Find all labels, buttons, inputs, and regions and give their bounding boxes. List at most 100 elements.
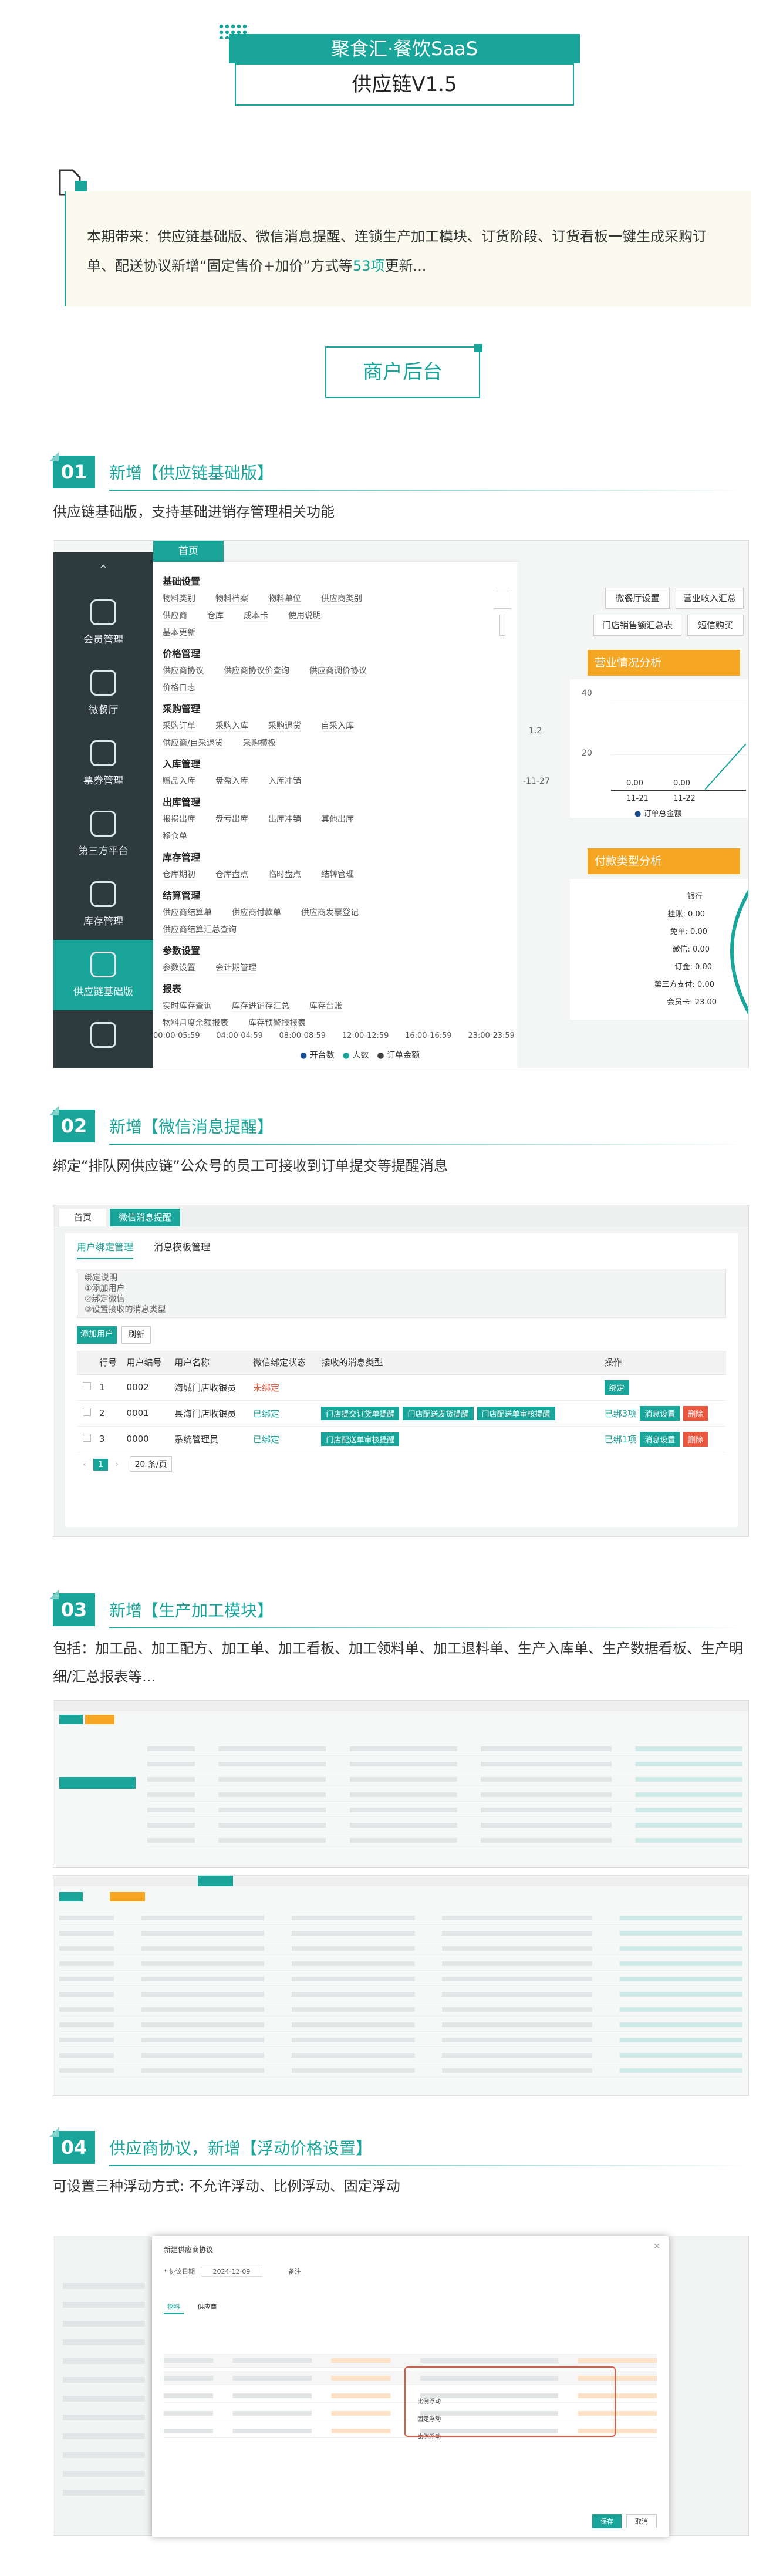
menu-item[interactable]: 供应商 bbox=[163, 609, 187, 622]
sidebar-item-wechat[interactable]: 微餐厅 bbox=[53, 658, 153, 729]
column-header: 行号 bbox=[93, 1351, 121, 1375]
inventory-icon bbox=[90, 881, 116, 907]
tab-wechat-notify[interactable]: 微信消息提醒 bbox=[110, 1209, 180, 1226]
menu-item[interactable]: 供应商协议 bbox=[163, 665, 204, 677]
menu-item[interactable]: 价格日志 bbox=[163, 682, 195, 694]
x-tick-label: 08:00-08:59 bbox=[279, 1031, 326, 1040]
menu-item[interactable]: 仓库 bbox=[207, 609, 224, 622]
sidebar-item-supply-chain[interactable]: 供应链基础版 bbox=[53, 940, 153, 1010]
merchant-corner-decoration bbox=[474, 344, 482, 352]
message-type-tag: 门店配送单审核提醒 bbox=[321, 1432, 400, 1446]
processing-screenshot-1 bbox=[53, 1700, 749, 1868]
menu-item[interactable]: 供应商发票登记 bbox=[301, 906, 359, 919]
menu-item[interactable]: 采购入库 bbox=[215, 720, 248, 732]
wechat-icon bbox=[90, 670, 116, 696]
menu-item[interactable]: 物料档案 bbox=[215, 592, 248, 605]
column-header: 接收的消息类型 bbox=[315, 1351, 599, 1375]
section-heading-01: 01 新增【供应链基础版】 bbox=[49, 452, 749, 491]
refresh-button[interactable]: 刷新 bbox=[122, 1326, 151, 1344]
dashboard-pill[interactable]: 短信购买 bbox=[687, 615, 744, 636]
menu-item[interactable]: 盘盈入库 bbox=[215, 775, 248, 787]
menu-item[interactable]: 实时库存查询 bbox=[163, 1000, 212, 1012]
sidebar-item-more[interactable] bbox=[53, 1010, 153, 1068]
menu-item[interactable]: 供应商类别 bbox=[321, 592, 362, 605]
menu-item[interactable]: 其他出库 bbox=[321, 813, 354, 825]
menu-item[interactable]: 供应商/自采退货 bbox=[163, 737, 223, 749]
row-action[interactable]: 消息设置 bbox=[640, 1431, 680, 1447]
bind-status: 已绑定 bbox=[247, 1400, 316, 1427]
menu-item[interactable]: 入库冲销 bbox=[268, 775, 301, 787]
sidebar-item-inventory[interactable]: 库存管理 bbox=[53, 869, 153, 940]
x-tick-label: 04:00-04:59 bbox=[216, 1031, 263, 1040]
section-desc-04: 可设置三种浮动方式: 不允许浮动、比例浮动、固定浮动 bbox=[53, 2178, 400, 2194]
table-row: 1 0002 海城门店收银员 未绑定 绑定 bbox=[77, 1374, 726, 1401]
ticket-icon bbox=[90, 740, 116, 766]
menu-item[interactable]: 使用说明 bbox=[288, 609, 321, 622]
row-action[interactable]: 已绑3项 bbox=[605, 1408, 637, 1419]
save-button[interactable]: 保存 bbox=[592, 2514, 622, 2528]
section-title: 新增【供应链基础版】 bbox=[109, 463, 274, 483]
tab-user-binding[interactable]: 用户绑定管理 bbox=[77, 1239, 134, 1259]
menu-item[interactable]: 供应商结算汇总查询 bbox=[163, 923, 237, 936]
cancel-button[interactable]: 取消 bbox=[626, 2514, 657, 2528]
dashboard-pill[interactable]: 门店销售额汇总表 bbox=[593, 615, 681, 636]
row-action[interactable]: 删除 bbox=[683, 1431, 708, 1447]
row-checkbox[interactable] bbox=[83, 1382, 91, 1390]
menu-item[interactable]: 自采入库 bbox=[321, 720, 354, 732]
tab-home[interactable]: 首页 bbox=[153, 541, 224, 562]
close-icon[interactable]: ✕ bbox=[653, 2242, 660, 2251]
menu-item[interactable]: 采购横板 bbox=[242, 737, 276, 749]
sidebar: ⌃ 会员管理 微餐厅 票券管理 第三方平台 库存管理 供应链基础版 bbox=[53, 552, 153, 1068]
menu-item[interactable]: 采购退货 bbox=[268, 720, 301, 732]
sidebar-item-member[interactable]: 会员管理 bbox=[53, 588, 153, 658]
menu-item[interactable]: 库存进销存汇总 bbox=[232, 1000, 289, 1012]
menu-item[interactable]: 库存预警报报表 bbox=[248, 1017, 306, 1029]
menu-item[interactable]: 采购订单 bbox=[163, 720, 195, 732]
section-title: 新增【生产加工模块】 bbox=[109, 1601, 274, 1620]
section-divider bbox=[109, 1144, 749, 1145]
dashboard-pill[interactable] bbox=[494, 588, 511, 609]
menu-item[interactable]: 参数设置 bbox=[163, 962, 195, 974]
menu-item[interactable]: 供应商调价协议 bbox=[309, 665, 367, 677]
menu-item[interactable]: 会计期管理 bbox=[215, 962, 256, 974]
menu-item[interactable]: 库存台账 bbox=[309, 1000, 342, 1012]
menu-item[interactable]: 供应商结算单 bbox=[163, 906, 212, 919]
menu-item[interactable]: 供应商协议价查询 bbox=[224, 665, 289, 677]
menu-item[interactable]: 物料单位 bbox=[268, 592, 301, 605]
menu-item[interactable]: 报损出库 bbox=[163, 813, 195, 825]
menu-item[interactable]: 临时盘点 bbox=[268, 868, 301, 881]
menu-item[interactable]: 赠品入库 bbox=[163, 775, 195, 787]
row-action[interactable]: 已绑1项 bbox=[605, 1434, 637, 1445]
row-action[interactable]: 绑定 bbox=[604, 1380, 629, 1395]
menu-item[interactable]: 物料类别 bbox=[163, 592, 195, 605]
supply-chain-screenshot: 首页 ⌃ 会员管理 微餐厅 票券管理 第三方平台 库存管理 供应链基础版 基础设… bbox=[53, 540, 749, 1068]
table-row bbox=[59, 2002, 743, 2017]
message-type-tag: 门店配送单审核提醒 bbox=[477, 1406, 555, 1420]
dashboard-pill[interactable]: 营业收入汇总 bbox=[676, 588, 744, 609]
section-title: 新增【微信消息提醒】 bbox=[109, 1117, 274, 1137]
tab-home[interactable]: 首页 bbox=[59, 1209, 106, 1226]
dashboard-pill[interactable] bbox=[500, 615, 505, 636]
agreement-dialog: 新建供应商协议 ✕ * 协议日期 2024-12-09 备注 物料 供应商 比例… bbox=[152, 2236, 669, 2537]
menu-item[interactable]: 成本卡 bbox=[244, 609, 268, 622]
menu-item[interactable]: 仓库期初 bbox=[163, 868, 195, 881]
sidebar-item-ticket[interactable]: 票券管理 bbox=[53, 729, 153, 799]
x-tick-label: 23:00-23:59 bbox=[468, 1031, 515, 1040]
menu-item[interactable]: 盘亏出库 bbox=[215, 813, 248, 825]
menu-item[interactable]: 基本更新 bbox=[163, 626, 195, 639]
chevron-up-icon[interactable]: ⌃ bbox=[53, 552, 153, 588]
row-action[interactable]: 删除 bbox=[683, 1405, 708, 1421]
dashboard-pill[interactable]: 微餐厅设置 bbox=[605, 588, 670, 609]
menu-item[interactable]: 出库冲销 bbox=[268, 813, 301, 825]
menu-item[interactable]: 移仓单 bbox=[163, 830, 187, 842]
menu-item[interactable]: 物料月度余额报表 bbox=[163, 1017, 228, 1029]
menu-item[interactable]: 结转管理 bbox=[321, 868, 354, 881]
sidebar-item-thirdparty[interactable]: 第三方平台 bbox=[53, 799, 153, 869]
row-action[interactable]: 消息设置 bbox=[640, 1405, 680, 1421]
add-user-button[interactable]: 添加用户 bbox=[77, 1326, 117, 1344]
menu-item[interactable]: 供应商付款单 bbox=[232, 906, 281, 919]
tab-template[interactable]: 消息模板管理 bbox=[154, 1239, 210, 1258]
menu-item[interactable]: 仓库盘点 bbox=[215, 868, 248, 881]
row-checkbox[interactable] bbox=[83, 1408, 91, 1416]
row-checkbox[interactable] bbox=[83, 1434, 91, 1442]
